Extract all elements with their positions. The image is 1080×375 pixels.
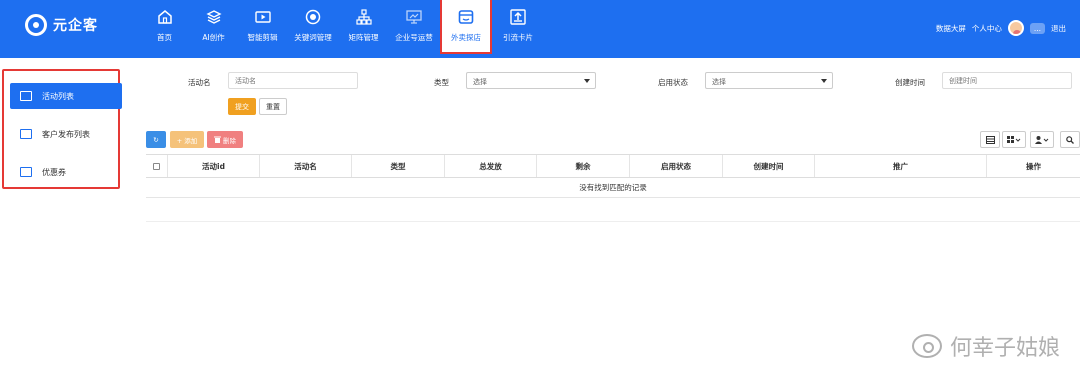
columns-button[interactable] <box>1002 131 1026 148</box>
user-center-link[interactable]: 个人中心 <box>972 23 1002 34</box>
nav-item-takeout[interactable]: 外卖探店 <box>440 0 492 54</box>
nav-label: 矩阵管理 <box>348 33 379 42</box>
sidebar-item-customer-publish-list[interactable]: 客户发布列表 <box>10 121 122 147</box>
video-icon <box>254 11 271 23</box>
table-header: 活动id 活动名 类型 总发放 剩余 启用状态 创建时间 推广 操作 <box>146 154 1080 178</box>
logo-text: 元企客 <box>53 18 98 34</box>
nav-label: 首页 <box>157 33 172 42</box>
nav-item-matrix[interactable]: 矩阵管理 <box>339 0 388 50</box>
column-header[interactable]: 启用状态 <box>630 155 723 177</box>
export-button[interactable] <box>1030 131 1054 148</box>
status-label: 启用状态 <box>658 78 688 87</box>
hierarchy-icon <box>355 9 372 25</box>
top-bar: 元企客 首页 AI创作 智能剪辑 关键词管理 矩阵管理 企业号运营 外卖探店 引… <box>0 0 1080 58</box>
nav-label: AI创作 <box>202 33 225 42</box>
nav-label: 引流卡片 <box>503 33 533 42</box>
nav-item-ai[interactable]: AI创作 <box>189 0 238 50</box>
nav-item-enterprise[interactable]: 企业号运营 <box>388 0 440 50</box>
divider <box>146 221 1080 222</box>
main-nav: 首页 AI创作 智能剪辑 关键词管理 矩阵管理 企业号运营 外卖探店 引流卡片 <box>140 0 544 58</box>
user-bar: 数据大屏 个人中心 ... 退出 <box>936 20 1066 36</box>
empty-message: 没有找到匹配的记录 <box>146 178 1080 198</box>
column-header[interactable]: 剩余 <box>537 155 630 177</box>
watermark: 何幸子姑娘 <box>911 330 1060 362</box>
delete-label: 删除 <box>223 136 236 145</box>
nav-item-video-edit[interactable]: 智能剪辑 <box>238 0 287 50</box>
logo[interactable]: 元企客 <box>25 14 98 36</box>
sidebar-item-label: 活动列表 <box>42 91 74 101</box>
status-select[interactable]: 选择 <box>705 72 833 89</box>
select-all-checkbox[interactable] <box>153 162 160 170</box>
created-time-input[interactable] <box>942 72 1072 89</box>
activity-table: 活动id 活动名 类型 总发放 剩余 启用状态 创建时间 推广 操作 没有找到匹… <box>146 154 1080 198</box>
column-header[interactable]: 活动id <box>168 155 260 177</box>
refresh-icon: ↻ <box>153 135 159 144</box>
search-icon <box>1066 135 1074 144</box>
chevron-down-icon <box>821 79 827 83</box>
user-icon <box>1035 135 1049 144</box>
logo-icon <box>25 14 47 36</box>
column-header[interactable]: 创建时间 <box>723 155 815 177</box>
card-view-icon <box>985 135 995 144</box>
sidebar-item-label: 优惠券 <box>42 167 66 177</box>
avatar[interactable] <box>1007 20 1024 36</box>
grid-icon <box>1007 135 1021 143</box>
sidebar-item-activity-list[interactable]: 活动列表 <box>10 83 122 109</box>
nav-label: 智能剪辑 <box>247 33 278 42</box>
nav-label: 企业号运营 <box>395 33 433 42</box>
table-icon <box>20 129 32 139</box>
reset-button[interactable]: 重置 <box>259 98 287 115</box>
status-select-value: 选择 <box>712 78 726 86</box>
trash-icon <box>214 136 221 143</box>
column-header[interactable]: 活动名 <box>260 155 352 177</box>
nav-item-keywords[interactable]: 关键词管理 <box>287 0 339 50</box>
weibo-icon <box>911 334 942 358</box>
user-name[interactable]: ... <box>1029 22 1045 34</box>
add-button[interactable]: + 添加 <box>170 131 204 148</box>
type-select-value: 选择 <box>473 78 487 86</box>
dashboard-link[interactable]: 数据大屏 <box>936 23 966 34</box>
column-header[interactable]: 推广 <box>815 155 987 177</box>
refresh-button[interactable]: ↻ <box>146 131 166 148</box>
toggle-view-button[interactable] <box>980 131 1000 148</box>
list-icon <box>20 91 32 101</box>
type-label: 类型 <box>434 78 449 87</box>
home-icon <box>157 10 172 24</box>
store-icon <box>458 10 474 24</box>
search-button[interactable] <box>1060 131 1080 148</box>
layers-icon <box>205 10 222 24</box>
column-header[interactable]: 操作 <box>987 155 1080 177</box>
upload-card-icon <box>510 9 526 25</box>
activity-name-input[interactable] <box>228 72 358 89</box>
delete-button[interactable]: 删除 <box>207 131 243 148</box>
target-icon <box>305 9 321 25</box>
nav-item-lead-card[interactable]: 引流卡片 <box>492 0 544 50</box>
presentation-icon <box>406 10 422 24</box>
column-header[interactable]: 类型 <box>352 155 445 177</box>
watermark-text: 何幸子姑娘 <box>949 336 1060 361</box>
sidebar: 活动列表 客户发布列表 优惠券 <box>2 69 122 189</box>
coupon-icon <box>20 167 32 177</box>
sidebar-item-coupons[interactable]: 优惠券 <box>10 159 122 185</box>
nav-label: 外卖探店 <box>451 33 481 42</box>
type-select[interactable]: 选择 <box>466 72 596 89</box>
logout-link[interactable]: 退出 <box>1051 23 1066 34</box>
sidebar-item-label: 客户发布列表 <box>42 129 90 139</box>
nav-label: 关键词管理 <box>294 33 332 42</box>
column-header[interactable]: 总发放 <box>445 155 537 177</box>
submit-button[interactable]: 提交 <box>228 98 256 115</box>
created-time-label: 创建时间 <box>895 78 925 87</box>
nav-item-home[interactable]: 首页 <box>140 0 189 50</box>
activity-name-label: 活动名 <box>188 78 211 87</box>
select-all-cell <box>146 155 168 177</box>
chevron-down-icon <box>584 79 590 83</box>
